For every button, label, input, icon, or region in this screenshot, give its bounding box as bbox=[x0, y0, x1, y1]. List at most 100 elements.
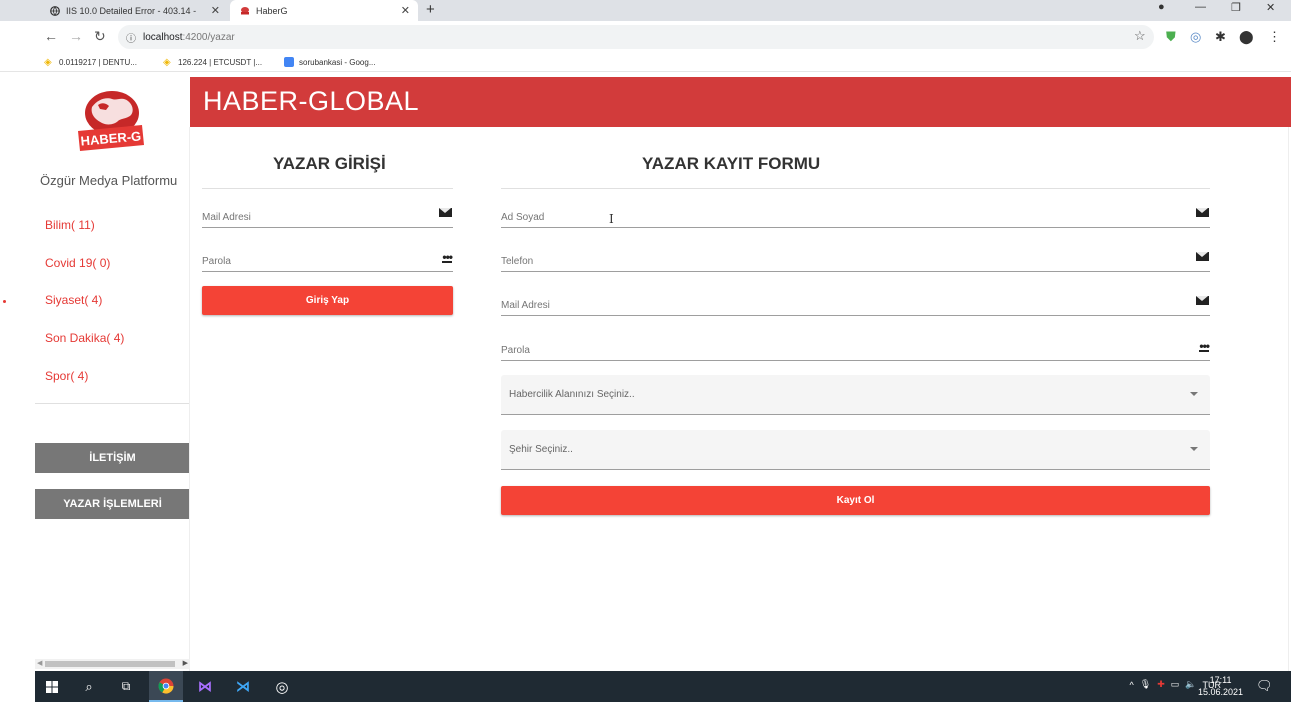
chrome-taskbar-icon[interactable] bbox=[149, 671, 183, 702]
mail-icon bbox=[1196, 250, 1209, 264]
city-placeholder: Şehir Seçiniz.. bbox=[509, 444, 573, 455]
bookmark-label: 126.224 | ETCUSDT |... bbox=[178, 57, 263, 67]
mail-icon bbox=[439, 206, 452, 220]
forward-arrow-icon[interactable]: → bbox=[69, 28, 83, 44]
volume-icon[interactable]: 🔈 bbox=[1185, 679, 1196, 690]
profile-icon[interactable]: ● bbox=[1158, 1, 1165, 13]
sidebar: HABER-G Özgür Medya Platformu Bilim( 11)… bbox=[35, 77, 190, 671]
binance-icon: ◈ bbox=[44, 57, 52, 68]
category-spor[interactable]: Spor( 4) bbox=[45, 369, 88, 383]
haberg-favicon-icon bbox=[240, 6, 250, 16]
url-bar[interactable]: ⓘ localhost:4200/yazar bbox=[118, 25, 1154, 49]
tab-title: IIS 10.0 Detailed Error - 403.14 - bbox=[66, 5, 197, 16]
scrollbar-thumb[interactable] bbox=[45, 661, 175, 667]
sidebar-divider bbox=[35, 403, 190, 404]
register-name-label: Ad Soyad bbox=[501, 212, 545, 223]
login-email-field[interactable]: Mail Adresi bbox=[202, 200, 453, 228]
url-host: localhost bbox=[143, 31, 183, 43]
reload-icon[interactable]: ↻ bbox=[94, 28, 106, 45]
bookmarks-bar: ◈ 0.0119217 | DENTU... ◈ 126.224 | ETCUS… bbox=[0, 52, 1291, 72]
binance-icon: ◈ bbox=[163, 57, 171, 68]
category-siyaset[interactable]: Siyaset( 4) bbox=[45, 293, 102, 307]
globe-icon bbox=[50, 5, 60, 16]
author-operations-button[interactable]: YAZAR İŞLEMLERİ bbox=[35, 489, 190, 519]
mail-icon bbox=[1196, 206, 1209, 220]
bookmark-item[interactable]: ◈ 0.0119217 | DENTU... bbox=[44, 57, 137, 68]
register-email-label: Mail Adresi bbox=[501, 300, 550, 311]
category-son-dakika[interactable]: Son Dakika( 4) bbox=[45, 331, 124, 345]
register-email-field[interactable]: Mail Adresi bbox=[501, 288, 1210, 316]
info-icon[interactable]: ⓘ bbox=[126, 30, 136, 45]
github-desktop-icon[interactable]: ◎ bbox=[265, 671, 299, 702]
bookmark-item[interactable]: ◈ 126.224 | ETCUSDT |... bbox=[163, 57, 263, 68]
register-title: YAZAR KAYIT FORMU bbox=[642, 154, 821, 173]
login-email-label: Mail Adresi bbox=[202, 212, 251, 223]
circle-extension-icon[interactable]: ◎ bbox=[1190, 29, 1201, 45]
search-icon[interactable]: ⌕ bbox=[72, 671, 106, 702]
bookmark-label: sorubankasi - Goog... bbox=[299, 57, 376, 67]
clock-date: 15.06.2021 bbox=[1198, 687, 1244, 697]
close-window-icon[interactable]: ✕ bbox=[1266, 1, 1275, 14]
register-phone-label: Telefon bbox=[501, 256, 534, 267]
city-select[interactable]: Şehir Seçiniz.. bbox=[501, 430, 1210, 470]
category-bilim[interactable]: Bilim( 11) bbox=[45, 218, 95, 232]
site-header: HABER-GLOBAL bbox=[190, 77, 1291, 127]
password-dots-icon: ••• bbox=[1199, 339, 1210, 353]
scroll-left-icon[interactable]: ◀ bbox=[37, 659, 42, 667]
register-password-field[interactable]: Parola ••• bbox=[501, 333, 1210, 361]
close-tab-icon[interactable]: ✕ bbox=[401, 4, 410, 17]
star-icon[interactable]: ☆ bbox=[1134, 28, 1146, 44]
minimize-icon[interactable]: — bbox=[1195, 1, 1206, 13]
login-submit-button[interactable]: Giriş Yap bbox=[202, 286, 453, 315]
text-cursor-icon: I bbox=[609, 212, 614, 226]
windows-start-icon[interactable] bbox=[35, 671, 69, 702]
puzzle-extension-icon[interactable]: ✱ bbox=[1215, 29, 1226, 45]
tray-chevron-icon[interactable]: ^ bbox=[1130, 680, 1134, 690]
site-title[interactable]: HABER-GLOBAL bbox=[203, 86, 419, 117]
restore-icon[interactable]: ❐ bbox=[1231, 1, 1241, 14]
register-name-field[interactable]: Ad Soyad bbox=[501, 200, 1210, 228]
tray-app-icon[interactable]: ✚ bbox=[1157, 679, 1165, 690]
tab-strip: IIS 10.0 Detailed Error - 403.14 - ✕ Hab… bbox=[0, 0, 1291, 21]
category-covid-19[interactable]: Covid 19( 0) bbox=[45, 256, 110, 270]
close-tab-icon[interactable]: ✕ bbox=[211, 4, 220, 17]
vscode-icon[interactable]: ⋊ bbox=[226, 671, 260, 702]
haberg-logo[interactable]: HABER-G bbox=[70, 85, 150, 155]
mail-icon bbox=[1196, 294, 1209, 308]
password-dots-icon: ••• bbox=[442, 250, 453, 264]
bookmark-label: 0.0119217 | DENTU... bbox=[59, 57, 137, 67]
register-submit-button[interactable]: Kayıt Ol bbox=[501, 486, 1210, 515]
horizontal-scrollbar[interactable]: ◀ ▶ bbox=[35, 659, 190, 669]
register-phone-field[interactable]: Telefon bbox=[501, 244, 1210, 272]
task-view-icon[interactable]: ⧉ bbox=[109, 671, 143, 702]
microphone-icon[interactable]: 🎙 bbox=[1140, 679, 1151, 690]
login-password-field[interactable]: Parola ••• bbox=[202, 244, 453, 272]
contact-button[interactable]: İLETİŞİM bbox=[35, 443, 190, 473]
back-arrow-icon[interactable]: ← bbox=[44, 28, 58, 44]
decorative-dot bbox=[3, 300, 6, 303]
tab-title: HaberG bbox=[256, 5, 288, 16]
address-toolbar: ← → ↻ ⓘ localhost:4200/yazar ☆ bbox=[0, 21, 1291, 52]
visual-studio-icon[interactable]: ⋈ bbox=[188, 671, 222, 702]
register-title-divider bbox=[501, 188, 1210, 189]
bookmark-item[interactable]: sorubankasi - Goog... bbox=[284, 57, 375, 67]
network-icon[interactable]: ▭ bbox=[1171, 679, 1180, 690]
login-title: YAZAR GİRİŞİ bbox=[273, 154, 386, 173]
journalism-field-placeholder: Habercilik Alanınızı Seçiniz.. bbox=[509, 389, 635, 400]
url-path: :4200/yazar bbox=[182, 31, 235, 43]
new-tab-button[interactable]: + bbox=[426, 1, 435, 18]
notification-icon[interactable]: 🗨 bbox=[1256, 678, 1273, 694]
scroll-right-icon[interactable]: ▶ bbox=[183, 659, 188, 667]
menu-dots-icon[interactable]: ⋮ bbox=[1268, 29, 1281, 45]
journalism-field-select[interactable]: Habercilik Alanınızı Seçiniz.. bbox=[501, 375, 1210, 415]
google-docs-icon bbox=[284, 57, 294, 67]
browser-tab-haberg[interactable]: HaberG ✕ bbox=[230, 0, 418, 21]
dropdown-arrow-icon bbox=[1190, 447, 1198, 451]
windows-taskbar: ⌕ ⧉ ⋈ ⋊ ◎ ^ 🎙 ✚ ▭ 🔈 TUR 17:11 15.06.2021… bbox=[35, 671, 1291, 702]
taskbar-clock[interactable]: 17:11 15.06.2021 bbox=[1198, 674, 1243, 698]
dropdown-arrow-icon bbox=[1190, 392, 1198, 396]
login-password-label: Parola bbox=[202, 256, 231, 267]
account-avatar-icon[interactable]: ⬤ bbox=[1239, 29, 1254, 45]
browser-tab-iis-error[interactable]: IIS 10.0 Detailed Error - 403.14 - ✕ bbox=[40, 0, 228, 21]
shield-extension-icon[interactable]: ⛊ bbox=[1166, 29, 1176, 45]
